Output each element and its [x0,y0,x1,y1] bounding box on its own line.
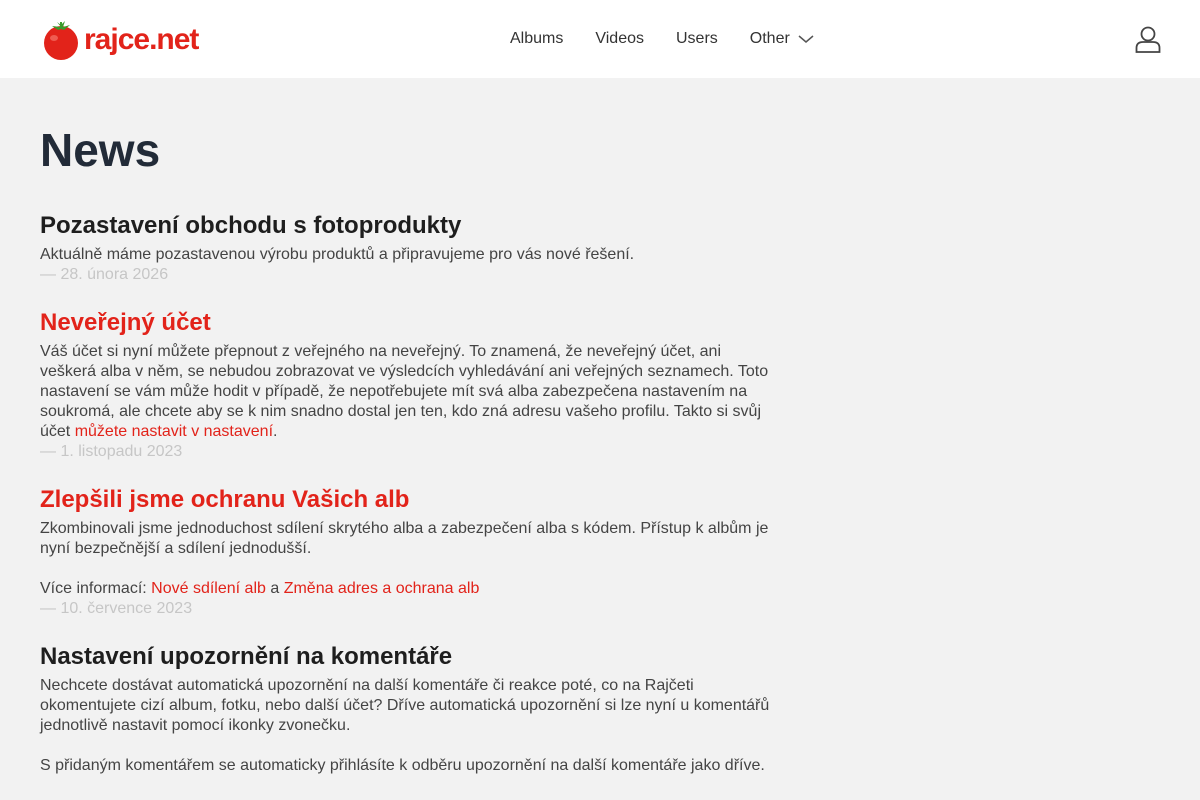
site-logo[interactable]: rajce.net [40,18,199,62]
logo-text: rajce.net [84,23,199,56]
tomato-icon [44,21,78,60]
news-title: Nastavení upozornění na komentáře [40,643,453,670]
news-text-end: . [273,423,278,440]
nav-users[interactable]: Users [676,30,718,48]
news-title-link[interactable]: Zlepšili jsme ochranu Vašich alb [40,484,780,516]
settings-link[interactable]: můžete nastavit v nastavení [75,423,273,440]
conjunction: a [265,580,284,597]
news-date: — 10. července 2023 [40,600,193,617]
nav-videos[interactable]: Videos [595,30,644,48]
main-nav: Albums Videos Users Other [510,0,814,78]
news-text: Aktuálně máme pozastavenou výrobu produk… [40,246,635,263]
news-item: Pozastavení obchodu s fotoprodukty Aktuá… [40,210,780,285]
new-album-sharing-link[interactable]: Nové sdílení alb [151,580,266,597]
news-item: Zlepšili jsme ochranu Vašich alb Zkombin… [40,484,780,619]
user-icon[interactable] [1134,25,1162,53]
news-more-info: Více informací: Nové sdílení alb a Změna… [40,579,780,599]
nav-other[interactable]: Other [750,30,814,48]
news-item: Neveřejný účet Váš účet si nyní můžete p… [40,307,780,462]
nav-albums[interactable]: Albums [510,30,563,48]
news-date: — 1. listopadu 2023 [40,443,183,460]
news-item: Nastavení upozornění na komentáře Nechce… [40,641,780,776]
news-date: — 28. února 2026 [40,266,169,283]
nav-other-label: Other [749,30,790,47]
news-text: Zkombinovali jsme jednoduchost sdílení s… [40,520,769,557]
chevron-down-icon [798,35,814,43]
more-info-label: Více informací: [40,580,152,597]
news-title-link[interactable]: Neveřejný účet [40,307,780,339]
news-text: Nechcete dostávat automatická upozornění… [40,677,770,734]
news-text: S přidaným komentářem se automaticky při… [40,757,765,774]
site-header: rajce.net Albums Videos Users Other [0,0,1200,78]
page-title: News [40,124,161,176]
news-list: Pozastavení obchodu s fotoprodukty Aktuá… [40,210,780,798]
address-change-link[interactable]: Změna adres a ochrana alb [284,580,480,597]
news-text: Váš účet si nyní můžete přepnout z veřej… [40,342,780,442]
news-title: Pozastavení obchodu s fotoprodukty [40,212,462,239]
